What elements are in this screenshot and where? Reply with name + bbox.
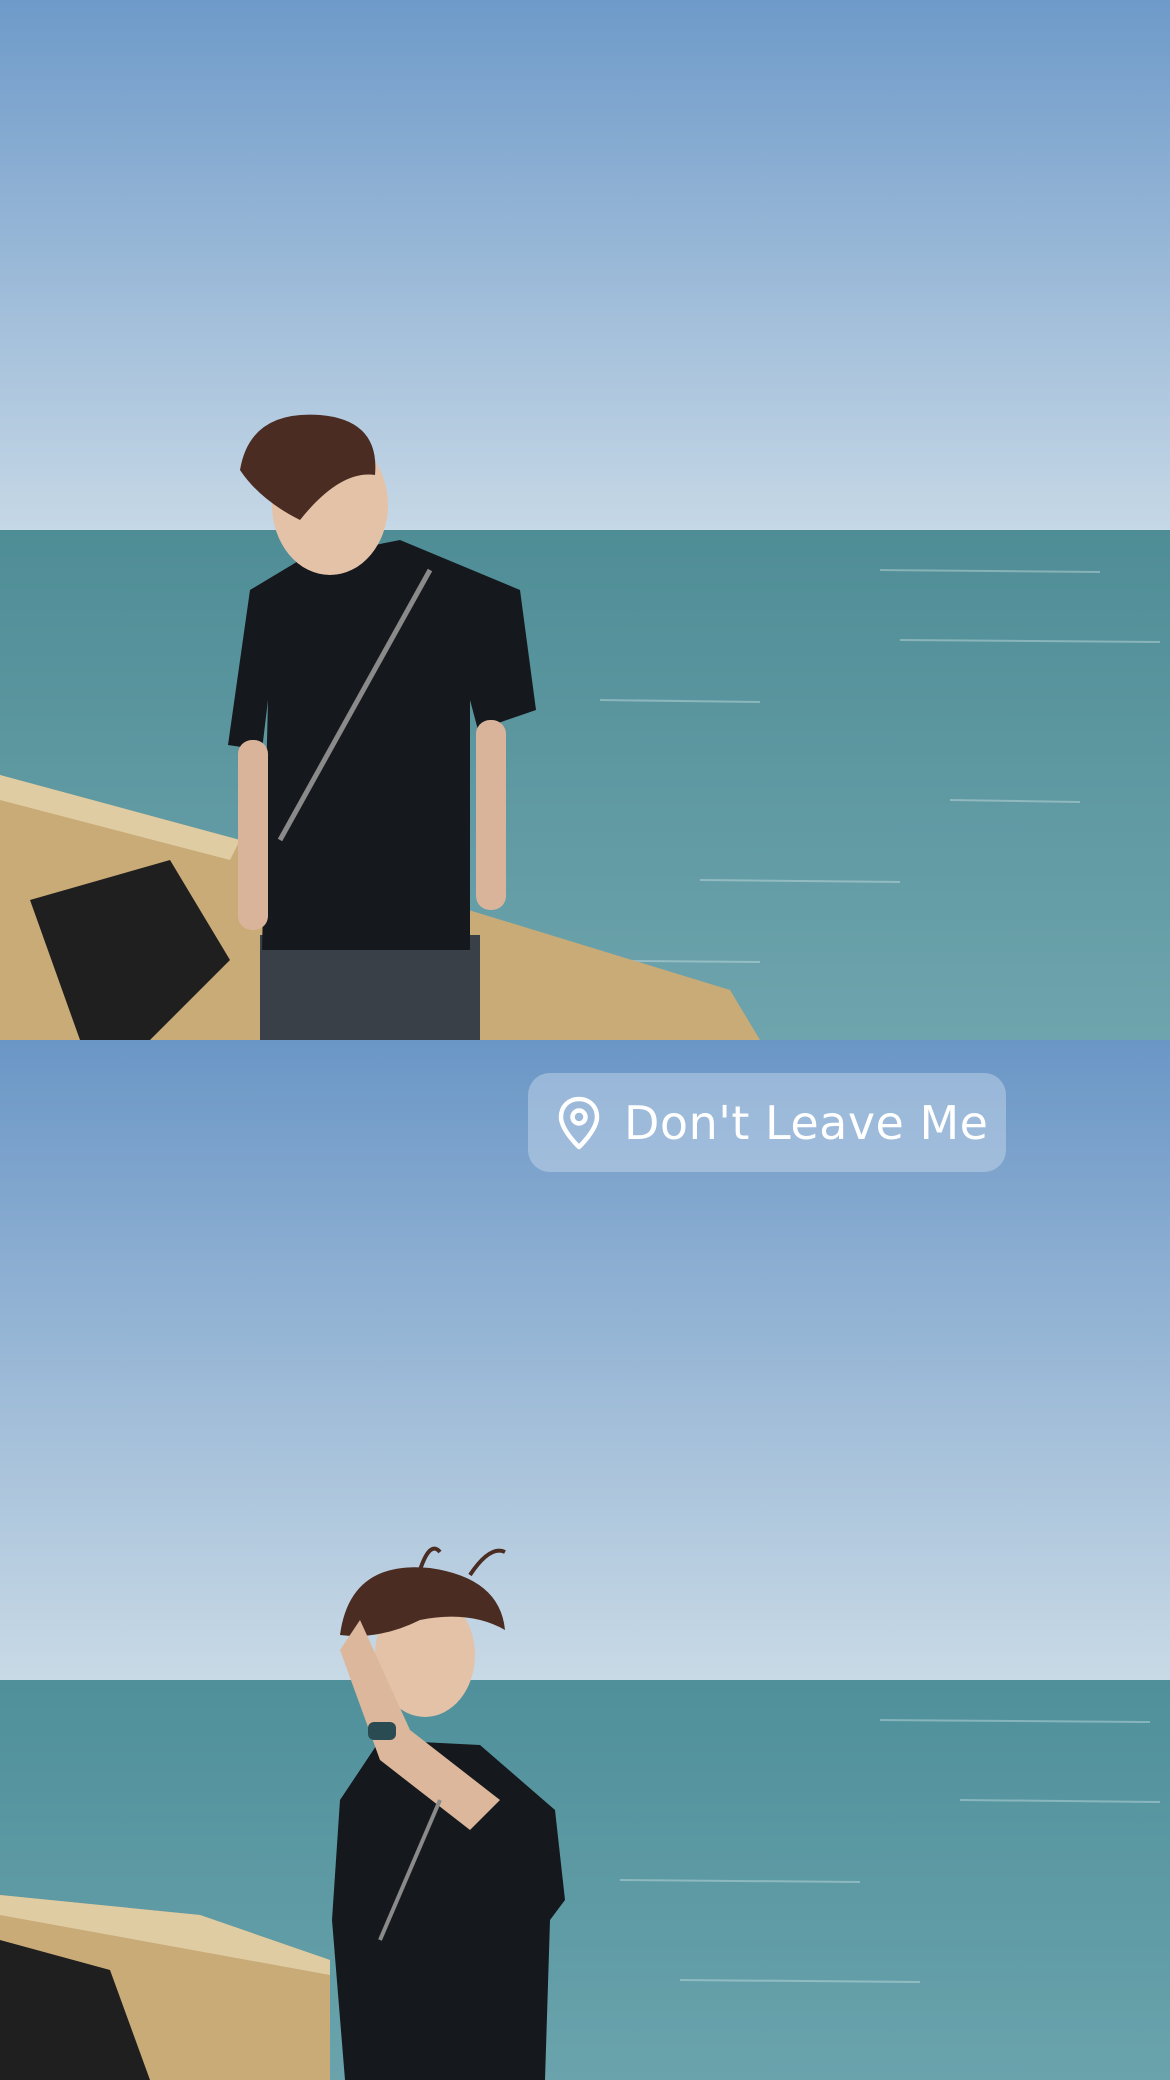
sky [0, 0, 1170, 532]
location-pin-icon [558, 1096, 600, 1149]
location-label: Don't Leave Me [624, 1095, 989, 1150]
photo-bottom-scene [0, 1040, 1170, 2080]
photo-top-scene [0, 0, 1170, 1040]
photo-top [0, 0, 1170, 1040]
location-sticker[interactable]: Don't Leave Me [528, 1073, 1006, 1172]
photo-bottom [0, 1040, 1170, 2080]
